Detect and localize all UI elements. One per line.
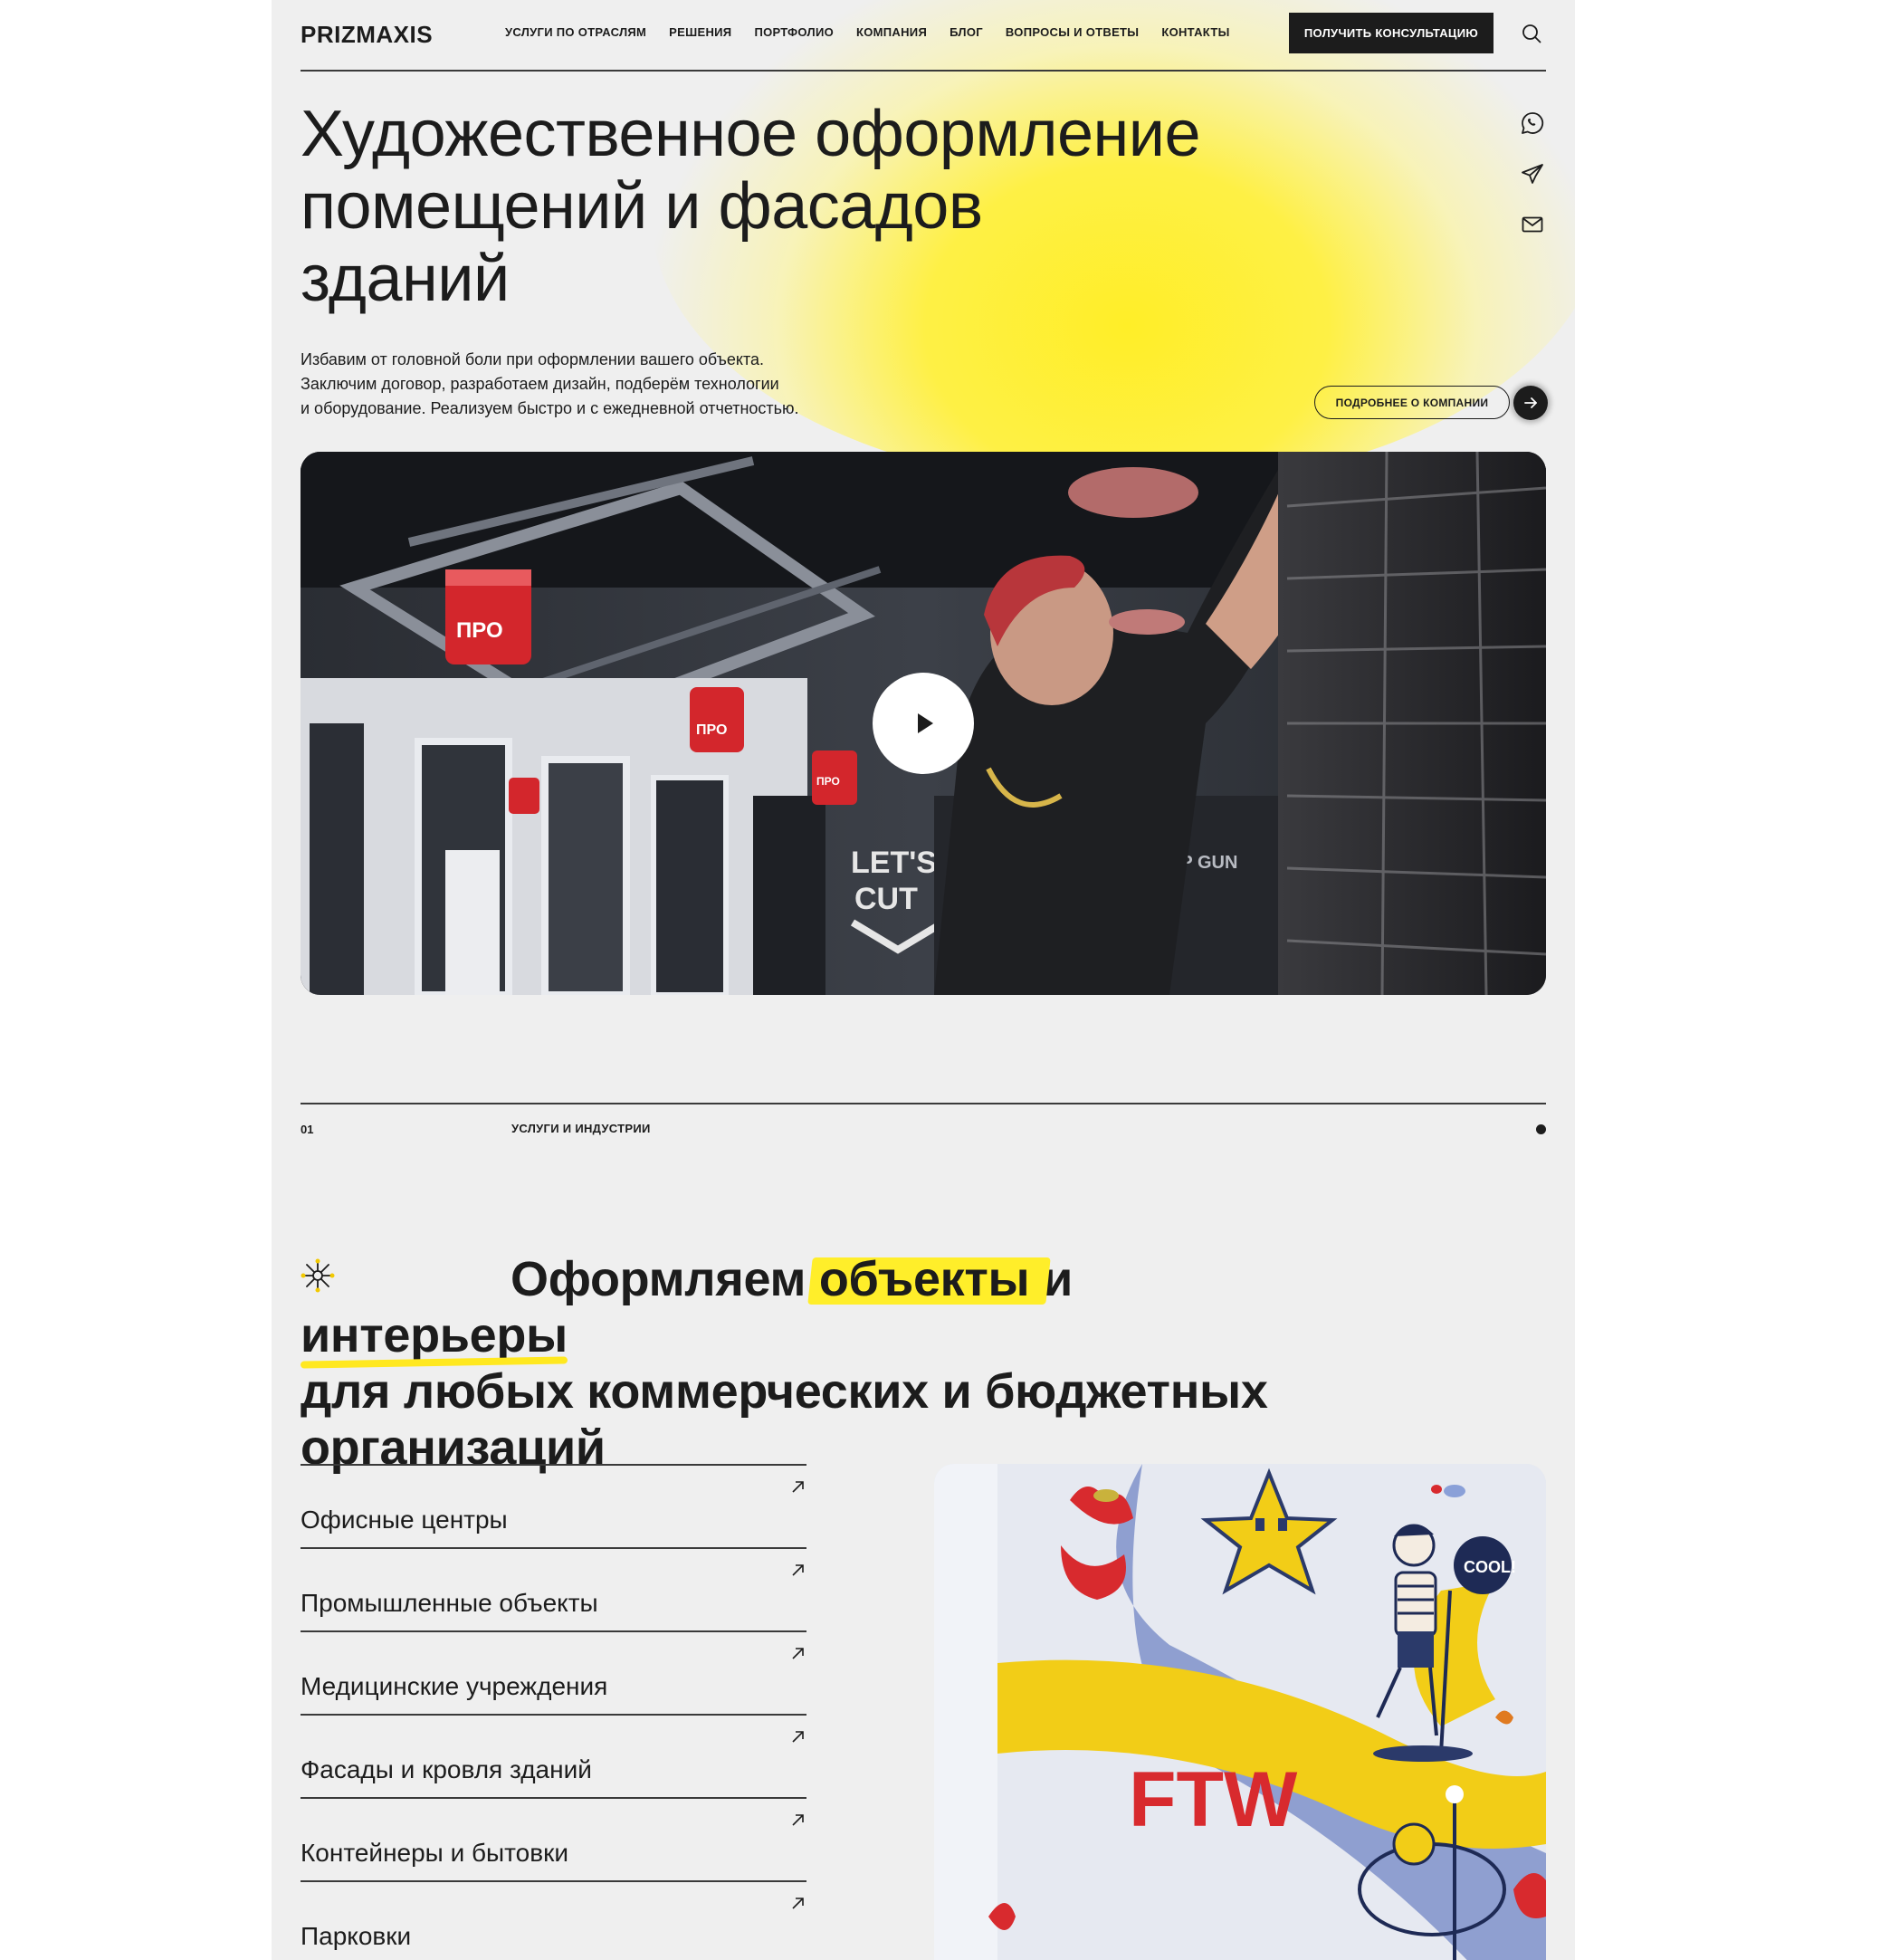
wall-sign-cut: CUT (854, 882, 918, 916)
nav-item-contacts[interactable]: КОНТАКТЫ (1161, 25, 1229, 39)
services-title: Оформляем объекты и интерьеры для любых … (301, 1251, 1350, 1476)
hero-title-line1: Художественное оформление (301, 98, 1201, 170)
section-divider (301, 1103, 1546, 1104)
main-nav: УСЛУГИ ПО ОТРАСЛЯМ РЕШЕНИЯ ПОРТФОЛИО КОМ… (505, 25, 1230, 39)
service-label: Офисные центры (301, 1506, 508, 1534)
mural-letters: FTW (1129, 1756, 1298, 1843)
arrow-up-right-icon (792, 1814, 804, 1826)
service-item-containers[interactable]: Контейнеры и бытовки (301, 1797, 806, 1880)
hero-subtitle-line: и оборудование. Реализуем быстро и с еже… (301, 399, 799, 417)
nav-item-company[interactable]: КОМПАНИЯ (856, 25, 927, 39)
hero-title: Художественное оформление помещений и фа… (301, 98, 1206, 315)
hero-subtitle-line: Избавим от головной боли при оформлении … (301, 350, 765, 368)
wall-sign-lets: LET'S (851, 846, 937, 880)
nav-item-industries[interactable]: УСЛУГИ ПО ОТРАСЛЯМ (505, 25, 646, 39)
section-dot (1536, 1124, 1546, 1134)
about-company-arrow-button[interactable] (1513, 386, 1548, 420)
section-label: УСЛУГИ И ИНДУСТРИИ (511, 1122, 651, 1135)
whatsapp-icon[interactable] (1520, 110, 1545, 136)
hero-title-line2: помещений и фасадов зданий (301, 170, 983, 315)
lamp-sign-1: ПРО (456, 618, 503, 643)
service-item-industrial[interactable]: Промышленные объекты (301, 1547, 806, 1630)
services-title-highlight: объекты (818, 1252, 1030, 1306)
arrow-up-right-icon (792, 1648, 804, 1659)
header: PRIZMAXIS УСЛУГИ ПО ОТРАСЛЯМ РЕШЕНИЯ ПОР… (301, 0, 1546, 72)
nav-item-portfolio[interactable]: ПОРТФОЛИО (754, 25, 834, 39)
nav-item-solutions[interactable]: РЕШЕНИЯ (669, 25, 731, 39)
nav-item-blog[interactable]: БЛОГ (950, 25, 983, 39)
section-number: 01 (301, 1123, 314, 1136)
services-list: Офисные центры Промышленные объекты Меди… (301, 1464, 806, 1960)
service-label: Парковки (301, 1922, 412, 1950)
mural-photo: COOL! FTW (934, 1464, 1546, 1960)
service-item-medical[interactable]: Медицинские учреждения (301, 1630, 806, 1714)
mural-bubble: COOL! (1464, 1558, 1516, 1576)
page: PRIZMAXIS УСЛУГИ ПО ОТРАСЛЯМ РЕШЕНИЯ ПОР… (272, 0, 1575, 1960)
arrow-up-right-icon (792, 1898, 804, 1909)
mural-illustration: COOL! FTW (934, 1464, 1546, 1960)
search-icon[interactable] (1521, 23, 1542, 44)
play-button[interactable] (873, 673, 974, 774)
service-label: Фасады и кровля зданий (301, 1755, 592, 1783)
service-label: Промышленные объекты (301, 1589, 598, 1617)
consultation-button[interactable]: ПОЛУЧИТЬ КОНСУЛЬТАЦИЮ (1289, 13, 1494, 53)
arrow-up-right-icon (792, 1481, 804, 1493)
hero-video[interactable]: ПРО ПРО ПРО LET'S CUT TOP GUN (301, 452, 1546, 995)
services-title-line2: для любых коммерческих и бюджетных (301, 1364, 1268, 1419)
service-item-facades[interactable]: Фасады и кровля зданий (301, 1714, 806, 1797)
services-title-part1: Оформляем (511, 1252, 806, 1306)
arrow-right-icon (1524, 397, 1537, 408)
arrow-up-right-icon (792, 1564, 804, 1576)
service-item-offices[interactable]: Офисные центры (301, 1464, 806, 1547)
lamp-sign-2: ПРО (696, 722, 727, 738)
telegram-icon[interactable] (1520, 161, 1545, 186)
service-item-parking[interactable]: Парковки (301, 1880, 806, 1960)
about-company-button[interactable]: ПОДРОБНЕЕ О КОМПАНИИ (1314, 386, 1510, 419)
play-icon (918, 713, 933, 733)
arrow-up-right-icon (792, 1731, 804, 1743)
service-label: Медицинские учреждения (301, 1672, 608, 1700)
hero-subtitle: Избавим от головной боли при оформлении … (301, 348, 862, 421)
mail-icon[interactable] (1520, 212, 1545, 237)
service-label: Контейнеры и бытовки (301, 1839, 569, 1867)
nav-item-faq[interactable]: ВОПРОСЫ И ОТВЕТЫ (1006, 25, 1139, 39)
hero-subtitle-line: Заключим договор, разработаем дизайн, по… (301, 375, 779, 393)
services-title-underline: интерьеры (301, 1308, 568, 1362)
lamp-sign-3: ПРО (816, 775, 840, 788)
logo[interactable]: PRIZMAXIS (301, 21, 433, 49)
